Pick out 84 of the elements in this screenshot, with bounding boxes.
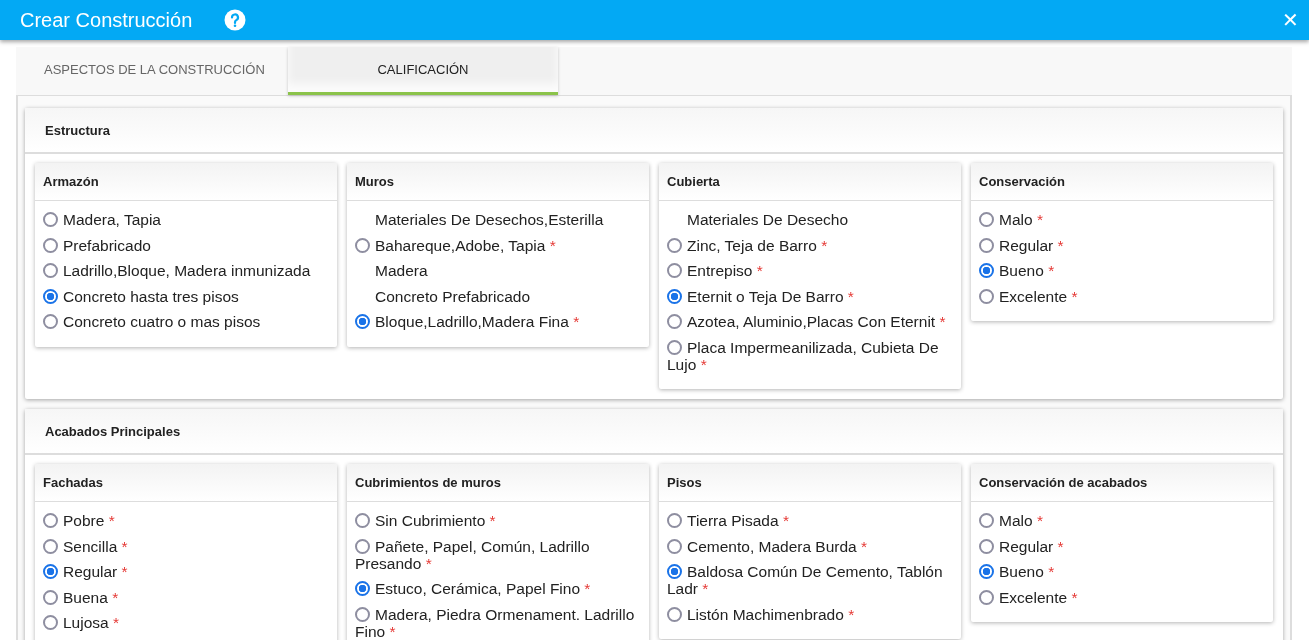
card-title: Conservación: [971, 163, 1273, 201]
radio-option[interactable]: Concreto hasta tres pisos: [43, 283, 329, 309]
radio-button[interactable]: [355, 513, 370, 528]
radio-button[interactable]: [43, 513, 58, 528]
help-icon[interactable]: [224, 9, 247, 31]
radio-button[interactable]: [667, 538, 682, 554]
radio-option[interactable]: Listón Machimenbrado *: [667, 601, 953, 627]
radio-button[interactable]: [355, 606, 370, 622]
radio-button[interactable]: [667, 513, 682, 528]
radio-button[interactable]: [979, 212, 994, 227]
radio-button[interactable]: [667, 339, 682, 355]
radio-button[interactable]: [667, 288, 682, 304]
option-label: Concreto Prefabricado: [374, 286, 532, 307]
card-title: Cubrimientos de muros: [347, 464, 649, 502]
radio-option[interactable]: Buena *: [43, 584, 329, 610]
radio-option[interactable]: Pañete, Papel, Común, Ladrillo Presando *: [355, 533, 641, 576]
radio-option[interactable]: Prefabricado: [43, 232, 329, 258]
radio-button[interactable]: [667, 564, 682, 579]
card-title: Muros: [347, 163, 649, 201]
radio-button[interactable]: [979, 564, 994, 579]
section-title: Acabados Principales: [25, 409, 1283, 455]
window-title: Crear Construcción: [20, 8, 193, 32]
radio-option[interactable]: Entrepiso *: [667, 258, 953, 284]
radio-option[interactable]: Bueno *: [979, 258, 1265, 284]
radio-option[interactable]: Tierra Pisada *: [667, 508, 953, 534]
tab[interactable]: ASPECTOS DE LA CONSTRUCCIÓN: [16, 47, 288, 95]
card-title: Conservación de acabados: [971, 464, 1273, 502]
radio-option[interactable]: Pobre *: [43, 508, 329, 534]
radio-option[interactable]: Madera, Piedra Ormenament. Ladrillo Fino *: [355, 601, 641, 640]
radio-option[interactable]: Ladrillo,Bloque, Madera inmunizada: [43, 258, 329, 284]
radio-button[interactable]: [355, 237, 370, 253]
radio-button[interactable]: [979, 589, 994, 605]
radio-option[interactable]: Sin Cubrimiento *: [355, 508, 641, 534]
option-label: Materiales De Desecho: [686, 210, 850, 230]
radio-option[interactable]: Excelente *: [979, 283, 1265, 309]
radio-option[interactable]: Bloque,Ladrillo,Madera Fina *: [355, 309, 641, 335]
radio-button[interactable]: [979, 263, 994, 278]
radio-button[interactable]: [43, 237, 58, 253]
radio-option[interactable]: Bahareque,Adobe, Tapia *: [355, 232, 641, 258]
radio-button[interactable]: [355, 538, 370, 554]
radio-button[interactable]: [979, 538, 994, 554]
radio-option[interactable]: Placa Impermeanilizada, Cubieta De Lujo *: [667, 334, 953, 377]
radio-option[interactable]: Concreto cuatro o mas pisos: [43, 309, 329, 335]
radio-option[interactable]: Malo *: [979, 508, 1265, 534]
section-title: Estructura: [25, 108, 1283, 154]
radio-option[interactable]: Sencilla *: [43, 533, 329, 559]
radio-option[interactable]: Excelente *: [979, 584, 1265, 610]
radio-button[interactable]: [355, 581, 370, 596]
radio-button[interactable]: [979, 513, 994, 528]
radio-button[interactable]: [667, 237, 682, 253]
radio-button[interactable]: [667, 606, 682, 622]
radio-option[interactable]: Cemento, Madera Burda *: [667, 533, 953, 559]
card-title: Cubierta: [659, 163, 961, 201]
radio-button[interactable]: [43, 263, 58, 278]
radio-button[interactable]: [43, 288, 58, 304]
radio-option[interactable]: Baldosa Común De Cemento, Tablón Ladr *: [667, 559, 953, 602]
radio-button[interactable]: [43, 538, 58, 554]
radio-button[interactable]: [355, 314, 370, 329]
tab[interactable]: CALIFICACIÓN: [288, 47, 558, 95]
radio-option[interactable]: Regular *: [979, 533, 1265, 559]
radio-button[interactable]: [43, 615, 58, 630]
radio-option[interactable]: Estuco, Cerámica, Papel Fino *: [355, 576, 641, 602]
card-title: Pisos: [659, 464, 961, 502]
radio-option[interactable]: Malo *: [979, 207, 1265, 233]
radio-button[interactable]: [43, 564, 58, 579]
option-label: Materiales De Desechos,Esterilla: [374, 210, 605, 230]
radio-option[interactable]: Lujosa *: [43, 610, 329, 636]
radio-option[interactable]: Bueno *: [979, 559, 1265, 585]
radio-button[interactable]: [979, 288, 994, 304]
radio-option[interactable]: Madera, Tapia: [43, 207, 329, 233]
radio-button[interactable]: [979, 237, 994, 253]
card-title: Fachadas: [35, 464, 337, 502]
radio-option[interactable]: Regular *: [979, 232, 1265, 258]
radio-option[interactable]: Zinc, Teja de Barro *: [667, 232, 953, 258]
radio-option[interactable]: Azotea, Aluminio,Placas Con Eternit *: [667, 309, 953, 335]
radio-option[interactable]: Eternit o Teja De Barro *: [667, 283, 953, 309]
card-title: Armazón: [35, 163, 337, 201]
radio-option[interactable]: Regular *: [43, 559, 329, 585]
radio-button[interactable]: [43, 314, 58, 329]
option-label: Madera: [374, 261, 429, 281]
radio-button[interactable]: [43, 212, 58, 227]
radio-button[interactable]: [667, 263, 682, 278]
radio-button[interactable]: [667, 314, 682, 329]
radio-button[interactable]: [43, 589, 58, 605]
